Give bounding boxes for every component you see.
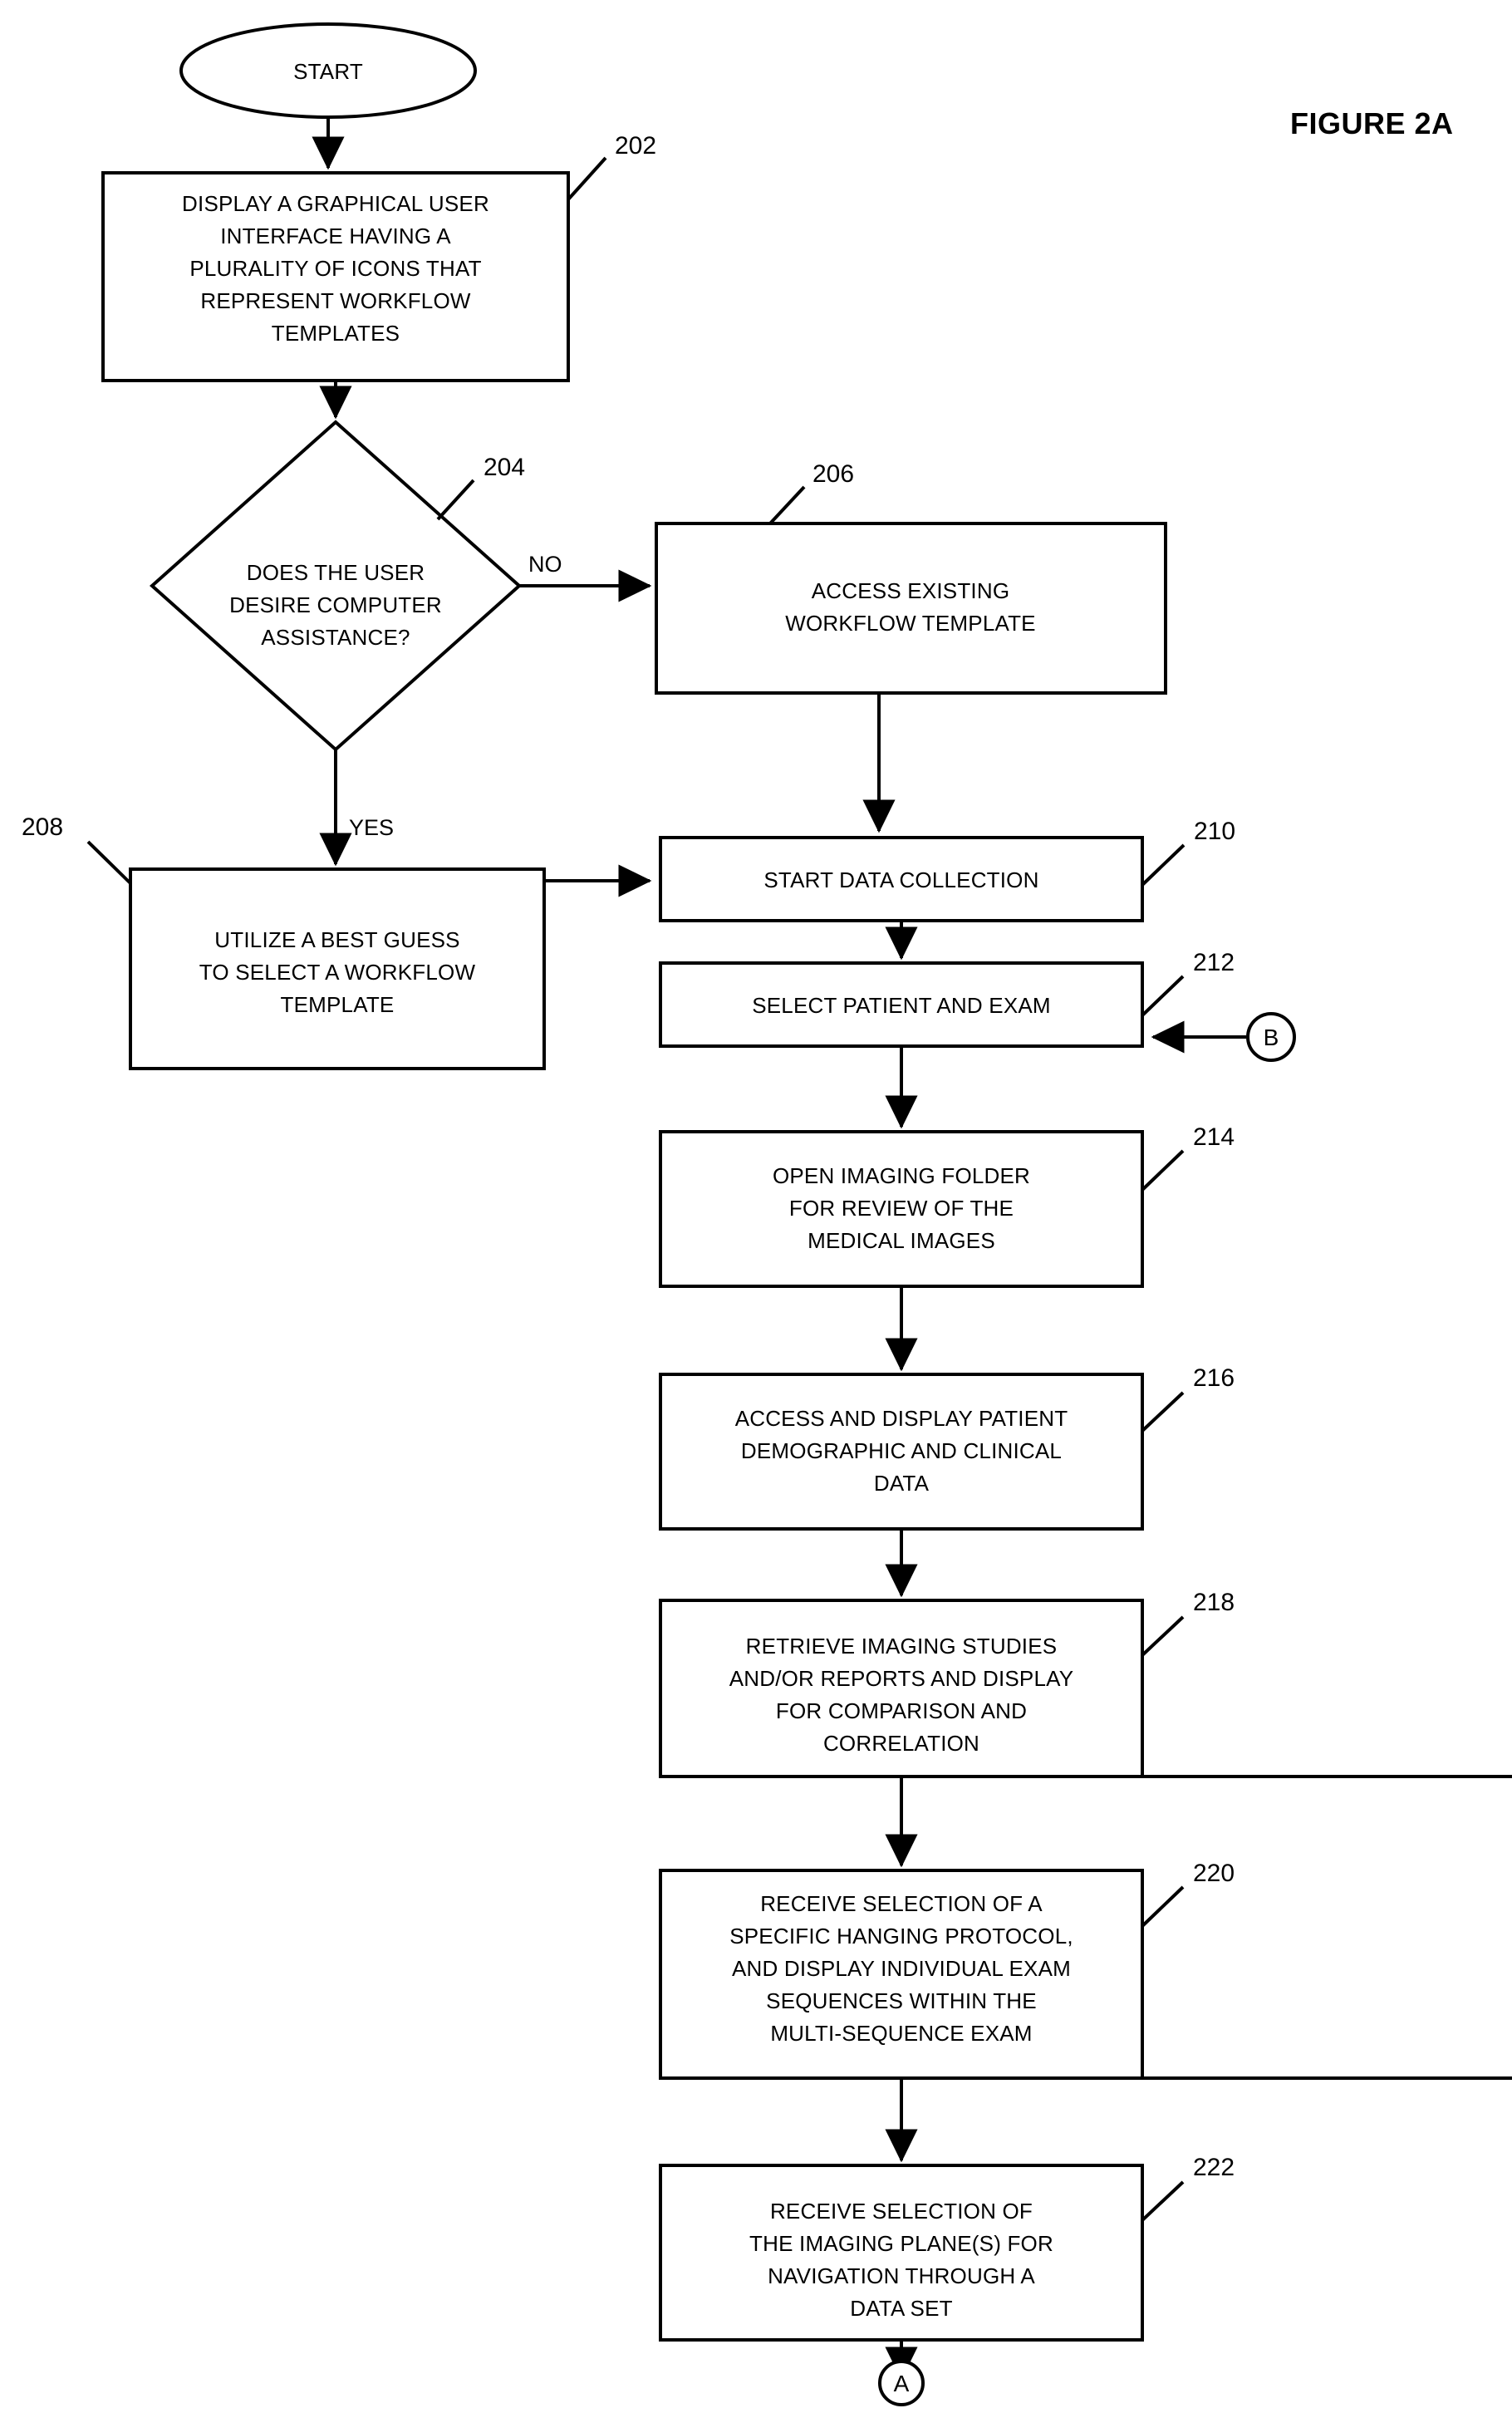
connector-b-label: B — [1264, 1025, 1279, 1050]
box-222-line-1: RECEIVE SELECTION OF — [770, 2199, 1033, 2224]
decision-diamond-204 — [149, 420, 523, 752]
diamond-204-line-3: ASSISTANCE? — [261, 625, 410, 650]
box-220-line-5: MULTI-SEQUENCE EXAM — [770, 2021, 1032, 2046]
branch-label-yes: YES — [349, 815, 394, 840]
start-terminator-label: START — [293, 59, 363, 84]
leader-line-202 — [567, 156, 607, 201]
box-202-line-4: REPRESENT WORKFLOW — [200, 288, 471, 313]
ref-number-202: 202 — [615, 132, 656, 160]
ref-number-210: 210 — [1194, 818, 1235, 845]
box-210-line-1: START DATA COLLECTION — [763, 867, 1038, 892]
branch-label-no: NO — [528, 552, 562, 577]
box-202-line-1: DISPLAY A GRAPHICAL USER — [182, 191, 489, 216]
box-218-line-2: AND/OR REPORTS AND DISPLAY — [729, 1666, 1074, 1691]
leader-line-204 — [436, 479, 475, 521]
ref-number-218: 218 — [1193, 1589, 1235, 1616]
box-202-line-2: INTERFACE HAVING A — [220, 224, 451, 248]
leader-line-218 — [1141, 1615, 1185, 1657]
box-214-line-1: OPEN IMAGING FOLDER — [773, 1163, 1030, 1188]
patent-figure-2a: FIGURE 2A START DISPLAY A GRAPHICAL USER… — [0, 0, 1512, 2413]
box-222-line-4: DATA SET — [850, 2296, 952, 2321]
ref-number-208: 208 — [22, 813, 63, 841]
ref-number-212: 212 — [1193, 949, 1235, 976]
box-212-line-1: SELECT PATIENT AND EXAM — [752, 993, 1051, 1018]
box-220-line-2: SPECIFIC HANGING PROTOCOL, — [729, 1924, 1073, 1949]
box-214-line-2: FOR REVIEW OF THE — [789, 1196, 1014, 1221]
box-216-line-2: DEMOGRAPHIC AND CLINICAL — [741, 1438, 1062, 1463]
leader-line-206 — [768, 485, 806, 525]
box-218-line-3: FOR COMPARISON AND — [776, 1698, 1027, 1723]
leader-line-208 — [86, 840, 132, 885]
box-220-line-4: SEQUENCES WITHIN THE — [766, 1988, 1037, 2013]
ref-number-220: 220 — [1193, 1860, 1235, 1887]
box-222-line-3: NAVIGATION THROUGH A — [768, 2263, 1035, 2288]
box-208-line-3: TEMPLATE — [281, 992, 395, 1017]
box-214-line-3: MEDICAL IMAGES — [808, 1228, 995, 1253]
box-216-line-3: DATA — [874, 1471, 930, 1496]
leader-line-222 — [1141, 2180, 1185, 2222]
box-220-line-1: RECEIVE SELECTION OF A — [760, 1891, 1043, 1916]
ref-number-206: 206 — [812, 460, 854, 488]
box-208-line-2: TO SELECT A WORKFLOW — [199, 960, 476, 985]
leader-line-212 — [1141, 975, 1185, 1017]
box-216-line-1: ACCESS AND DISPLAY PATIENT — [735, 1406, 1068, 1431]
box-220-line-3: AND DISPLAY INDIVIDUAL EXAM — [732, 1956, 1071, 1981]
box-202-line-5: TEMPLATES — [272, 321, 400, 346]
box-222-line-2: THE IMAGING PLANE(S) FOR — [749, 2231, 1053, 2256]
leader-line-216 — [1141, 1391, 1185, 1433]
process-box-206 — [655, 522, 1167, 695]
box-218-line-1: RETRIEVE IMAGING STUDIES — [746, 1634, 1058, 1659]
flowchart-canvas: START DISPLAY A GRAPHICAL USER INTERFACE… — [22, 22, 1512, 2406]
box-218-line-4: CORRELATION — [823, 1731, 979, 1756]
leader-line-220 — [1141, 1885, 1185, 1928]
box-206-line-2: WORKFLOW TEMPLATE — [785, 611, 1035, 636]
box-208-line-1: UTILIZE A BEST GUESS — [214, 927, 459, 952]
ref-number-204: 204 — [484, 454, 525, 481]
diamond-204-line-1: DOES THE USER — [247, 560, 425, 585]
diamond-204-line-2: DESIRE COMPUTER — [229, 592, 442, 617]
ref-number-216: 216 — [1193, 1364, 1235, 1392]
ref-number-214: 214 — [1193, 1123, 1235, 1151]
box-206-line-1: ACCESS EXISTING — [812, 578, 1010, 603]
leader-line-214 — [1141, 1149, 1185, 1192]
box-202-line-3: PLURALITY OF ICONS THAT — [189, 256, 481, 281]
connector-a-label: A — [894, 2371, 910, 2396]
ref-number-222: 222 — [1193, 2154, 1235, 2181]
leader-line-210 — [1141, 843, 1186, 887]
